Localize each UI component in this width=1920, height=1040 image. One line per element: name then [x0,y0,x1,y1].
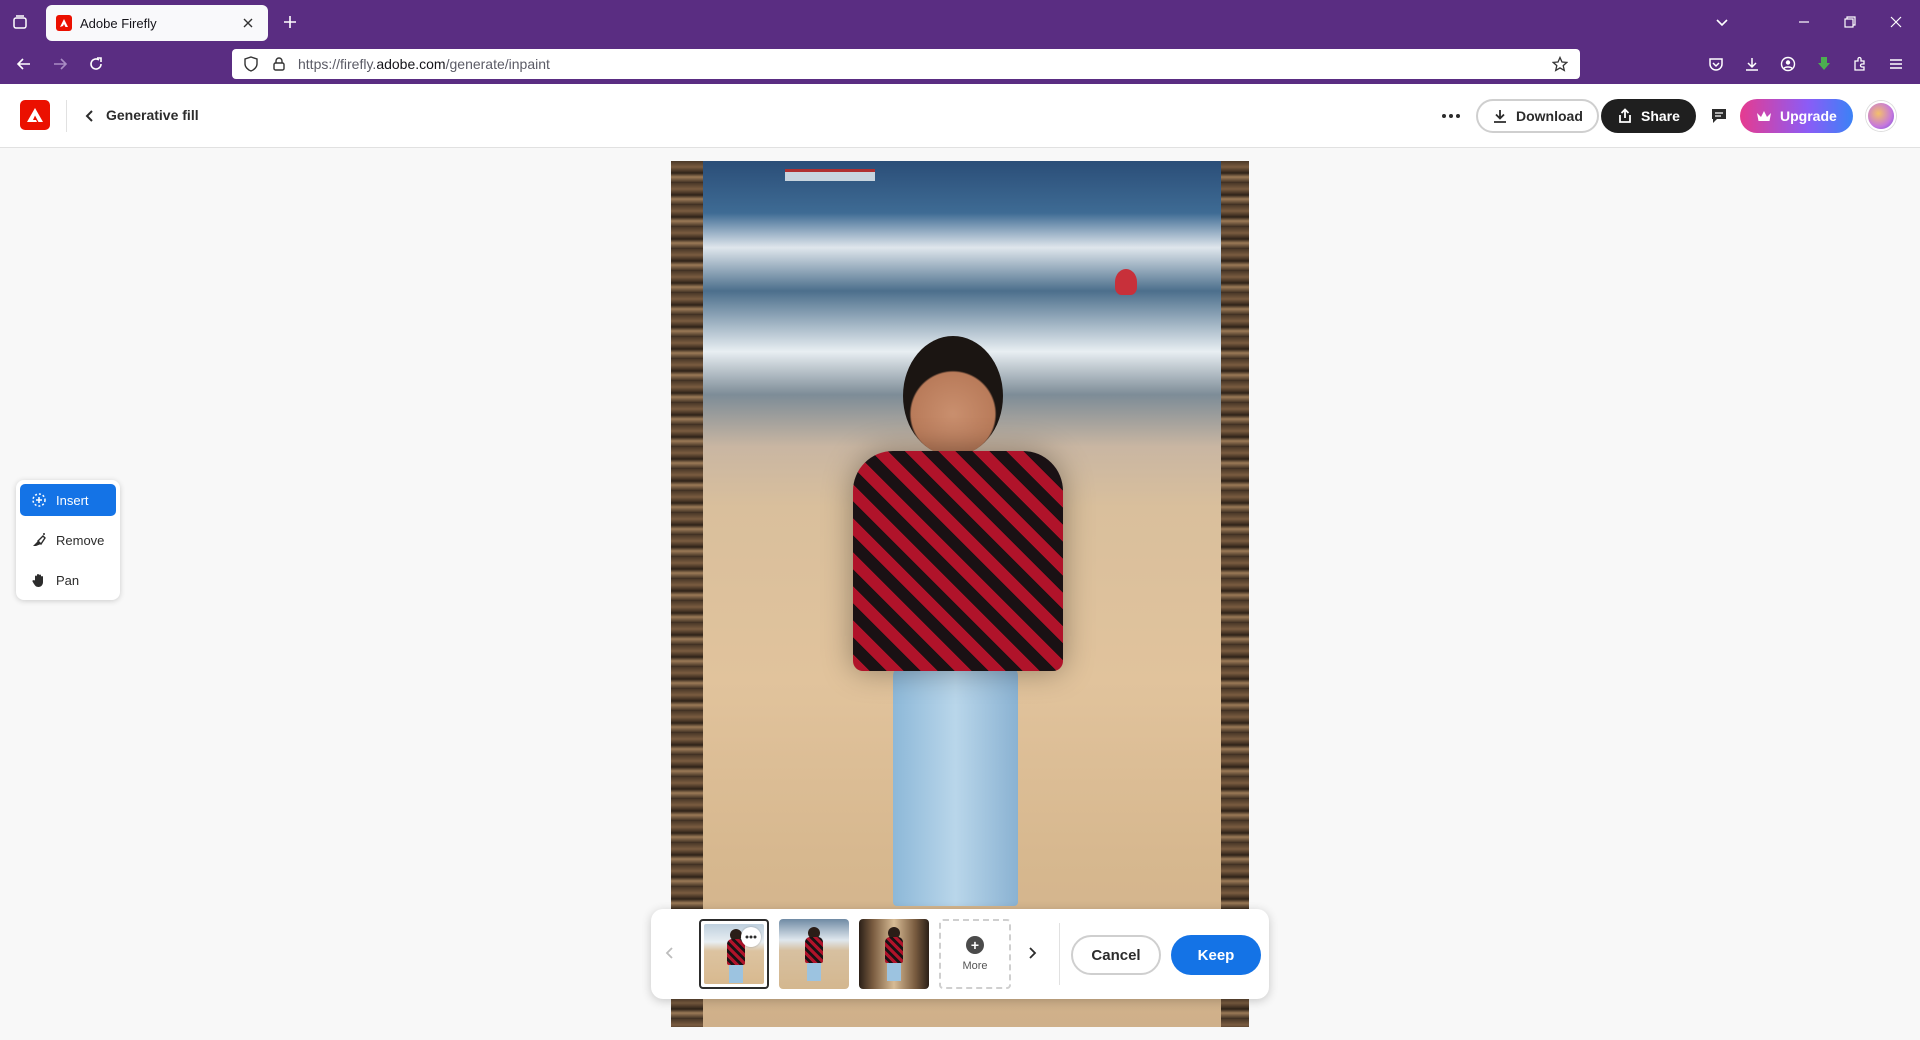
variation-thumbnail-1[interactable] [699,919,769,989]
next-variations-icon[interactable] [1021,942,1043,964]
avatar[interactable] [1866,101,1896,131]
previous-variations-icon[interactable] [659,942,681,964]
tool-remove-label: Remove [56,532,105,548]
generated-fill-right-edge [1221,161,1249,1027]
child-jeans-shape [893,666,1018,906]
person-in-sea-shape [1115,269,1137,295]
hand-icon [30,571,48,589]
forward-icon[interactable] [48,52,72,76]
browser-tab-bar: Adobe Firefly [0,0,1920,44]
tool-pan-label: Pan [56,572,80,588]
beach-photo [703,161,1221,1027]
shield-icon[interactable] [242,55,260,73]
browser-nav-bar: https://firefly.adobe.com/generate/inpai… [0,44,1920,84]
page-title: Generative fill [106,107,199,123]
back-icon[interactable] [12,52,36,76]
pocket-icon[interactable] [1704,52,1728,76]
canvas-image[interactable] [671,161,1249,1027]
share-icon [1617,108,1633,124]
variation-thumbnail-3[interactable] [859,919,929,989]
upgrade-button[interactable]: Upgrade [1740,99,1853,133]
download-icon [1492,108,1508,124]
variations-divider [1059,923,1060,985]
tool-remove[interactable]: Remove [20,524,116,556]
list-all-tabs-icon[interactable] [1710,10,1734,34]
url-bar[interactable]: https://firefly.adobe.com/generate/inpai… [232,49,1580,79]
boat-shape [785,169,875,181]
more-options-icon[interactable] [1438,104,1464,128]
comment-icon[interactable] [1707,104,1731,128]
adobe-logo-icon[interactable] [20,100,50,130]
tool-pan[interactable]: Pan [20,564,116,596]
more-label: More [962,960,988,972]
adobe-favicon-icon [56,15,72,31]
generated-fill-left-edge [671,161,703,1027]
downloads-icon[interactable] [1740,52,1764,76]
child-shirt-shape [853,451,1063,671]
crown-icon [1756,109,1772,123]
download-button[interactable]: Download [1476,99,1599,133]
tool-insert-label: Insert [56,492,89,508]
back-chevron-icon[interactable] [80,106,100,126]
eraser-icon [30,531,48,549]
tool-insert[interactable]: Insert [20,484,116,516]
extensions-icon[interactable] [1848,52,1872,76]
download-label: Download [1516,108,1583,124]
restore-icon[interactable] [1838,10,1862,34]
reload-icon[interactable] [84,52,108,76]
lock-icon[interactable] [270,55,288,73]
variations-bar: + More Cancel Keep [651,909,1269,999]
share-button[interactable]: Share [1601,99,1696,133]
tab-list-icon[interactable] [8,10,32,34]
tab-title: Adobe Firefly [80,15,157,31]
header-divider [66,100,67,132]
new-tab-icon[interactable] [280,12,300,32]
close-window-icon[interactable] [1884,10,1908,34]
extension-download-icon[interactable] [1812,52,1836,76]
share-label: Share [1641,108,1680,124]
url-text: https://firefly.adobe.com/generate/inpai… [298,56,550,72]
menu-icon[interactable] [1884,52,1908,76]
close-tab-icon[interactable] [238,13,258,33]
insert-icon [30,491,48,509]
app-header: Generative fill Download Share Upgrade [0,84,1920,148]
tools-panel: Insert Remove Pan [16,480,120,600]
more-variations-button[interactable]: + More [939,919,1011,989]
plus-circle-icon: + [966,936,984,954]
minimize-icon[interactable] [1792,10,1816,34]
browser-tab[interactable]: Adobe Firefly [46,5,268,41]
thumbnail-more-icon[interactable] [741,927,761,947]
upgrade-label: Upgrade [1780,108,1837,124]
child-head-shape [903,336,1003,456]
variation-thumbnail-2[interactable] [779,919,849,989]
cancel-button[interactable]: Cancel [1071,935,1161,975]
keep-button[interactable]: Keep [1171,935,1261,975]
account-icon[interactable] [1776,52,1800,76]
bookmark-star-icon[interactable] [1550,54,1570,74]
